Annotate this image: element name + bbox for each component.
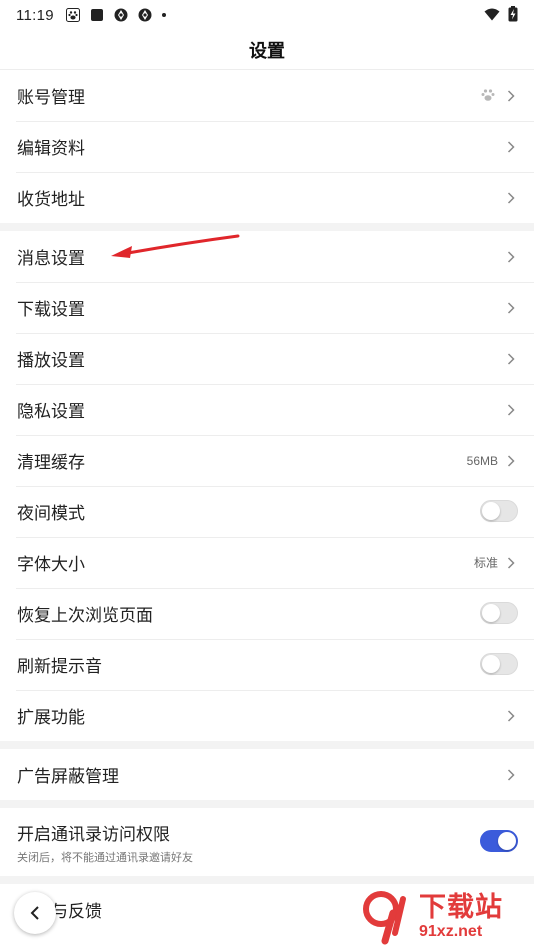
chevron-right-icon [507, 352, 515, 365]
settings-item-shipping-address[interactable]: 收货地址 [0, 172, 534, 223]
toggle-knob [482, 603, 500, 622]
status-notification-icons [65, 8, 166, 22]
wifi-icon [484, 8, 500, 20]
settings-group-general: 消息设置 下载设置 播放设置 隐私设置 清理缓存 56MB 夜间模式 字体大小 … [0, 231, 534, 741]
settings-item-message-settings[interactable]: 消息设置 [0, 231, 534, 282]
settings-item-label: 消息设置 [17, 249, 85, 269]
chevron-right-icon [507, 301, 515, 314]
site-watermark: 下载站 91xz.net [359, 884, 534, 950]
watermark-logo-icon [363, 891, 406, 945]
settings-item-label: 收货地址 [17, 190, 85, 210]
settings-item-label: 夜间模式 [17, 504, 85, 524]
settings-item-label: 编辑资料 [17, 139, 85, 159]
settings-item-label: 隐私设置 [17, 402, 85, 422]
dot-icon [161, 13, 166, 17]
chevron-right-icon [507, 403, 515, 416]
back-button[interactable] [14, 892, 56, 934]
settings-item-privacy-settings[interactable]: 隐私设置 [0, 384, 534, 435]
settings-item-label: 广告屏蔽管理 [17, 767, 119, 787]
settings-item-font-size[interactable]: 字体大小 标准 [0, 537, 534, 588]
chevron-left-icon [30, 906, 39, 920]
chevron-right-icon [507, 191, 515, 204]
baidu-paw-icon [481, 89, 495, 101]
settings-item-clear-cache[interactable]: 清理缓存 56MB [0, 435, 534, 486]
settings-item-restore-last-page: 恢复上次浏览页面 [0, 588, 534, 639]
square-notification-icon [90, 9, 103, 21]
settings-item-label: 播放设置 [17, 351, 85, 371]
settings-group-account: 账号管理 编辑资料 收货地址 [0, 70, 534, 223]
settings-item-contacts-permission: 开启通讯录访问权限 关闭后，将不能通过通讯录邀请好友 [0, 808, 534, 876]
settings-item-download-settings[interactable]: 下载设置 [0, 282, 534, 333]
settings-item-account-management[interactable]: 账号管理 [0, 70, 534, 121]
chevron-right-icon [507, 140, 515, 153]
settings-item-label: 开启通讯录访问权限 [17, 824, 170, 845]
restore-last-page-toggle[interactable] [480, 601, 518, 624]
section-divider [0, 741, 534, 749]
settings-item-label: 账号管理 [17, 88, 85, 108]
toggle-knob [498, 832, 516, 850]
section-divider [0, 223, 534, 231]
settings-item-extensions[interactable]: 扩展功能 [0, 690, 534, 741]
settings-group-ads: 广告屏蔽管理 [0, 749, 534, 800]
settings-item-label: 下载设置 [17, 300, 85, 320]
chevron-right-icon [507, 454, 515, 467]
page-title: 设置 [249, 40, 285, 62]
watermark-title: 下载站 [419, 892, 503, 923]
contacts-permission-toggle[interactable] [480, 830, 518, 852]
chevron-right-icon [507, 250, 515, 263]
chevron-right-icon [507, 709, 515, 722]
font-size-value: 标准 [473, 556, 498, 570]
settings-item-label: 字体大小 [17, 555, 85, 575]
baidu-paw-icon [65, 8, 80, 22]
section-divider [0, 876, 534, 884]
battery-charging-icon [508, 6, 518, 22]
settings-item-description: 关闭后，将不能通过通讯录邀请好友 [17, 850, 193, 864]
settings-item-edit-profile[interactable]: 编辑资料 [0, 121, 534, 172]
settings-item-label: 恢复上次浏览页面 [17, 606, 153, 626]
chevron-right-icon [507, 89, 515, 102]
cache-size-value: 56MB [466, 453, 498, 468]
settings-item-night-mode: 夜间模式 [0, 486, 534, 537]
status-bar: 11:19 [0, 0, 534, 30]
section-divider [0, 800, 534, 808]
page-title-bar: 设置 [0, 30, 534, 70]
status-time: 11:19 [16, 6, 54, 24]
toggle-knob [482, 501, 500, 520]
aperture-icon [114, 8, 128, 22]
chevron-right-icon [507, 556, 515, 569]
settings-item-label: 刷新提示音 [17, 657, 102, 677]
watermark-url: 91xz.net [419, 923, 483, 940]
refresh-sound-toggle[interactable] [480, 652, 518, 675]
settings-item-refresh-sound: 刷新提示音 [0, 639, 534, 690]
settings-group-contacts: 开启通讯录访问权限 关闭后，将不能通过通讯录邀请好友 [0, 808, 534, 876]
aperture-icon [138, 8, 152, 22]
settings-item-label: 扩展功能 [17, 708, 85, 728]
toggle-knob [482, 654, 500, 673]
settings-item-ad-block[interactable]: 广告屏蔽管理 [0, 749, 534, 800]
settings-item-playback-settings[interactable]: 播放设置 [0, 333, 534, 384]
chevron-right-icon [507, 768, 515, 781]
night-mode-toggle[interactable] [480, 499, 518, 522]
settings-item-label: 清理缓存 [17, 453, 85, 473]
